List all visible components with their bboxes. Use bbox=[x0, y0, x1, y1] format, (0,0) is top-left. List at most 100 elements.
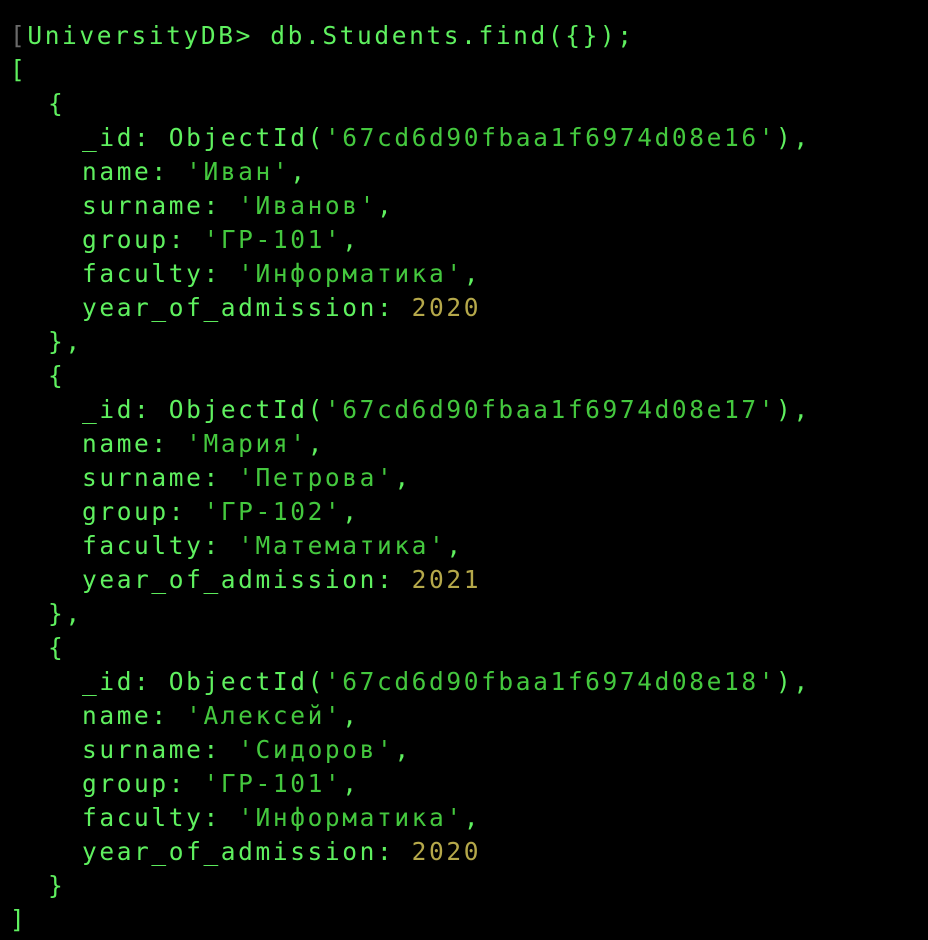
string-value: Иванов bbox=[255, 191, 360, 220]
quote: ' bbox=[376, 463, 395, 492]
field-key: surname: bbox=[82, 735, 239, 764]
field-key: group: bbox=[82, 769, 204, 798]
field-key: year_of_admission: bbox=[82, 293, 412, 322]
field-key: faculty: bbox=[82, 803, 239, 832]
field--id: _id: ObjectId('67cd6d90fbaa1f6974d08e16'… bbox=[10, 121, 928, 155]
document-close-brace: }, bbox=[48, 599, 83, 628]
quote: ' bbox=[238, 803, 256, 832]
quote: ' bbox=[324, 497, 343, 526]
field-surname: surname: 'Сидоров', bbox=[10, 733, 928, 767]
string-value: ГР-101 bbox=[220, 769, 325, 798]
comma: , bbox=[793, 123, 811, 152]
string-value: Информатика bbox=[255, 803, 447, 832]
field-name: name: 'Мария', bbox=[10, 427, 928, 461]
field-key: name: bbox=[82, 429, 187, 458]
comma: , bbox=[342, 497, 360, 526]
prompt-database: UniversityDB bbox=[27, 21, 236, 50]
quote: ' bbox=[238, 191, 256, 220]
field-year-of-admission: year_of_admission: 2021 bbox=[10, 563, 928, 597]
string-value: Петрова bbox=[255, 463, 377, 492]
objectid-value: 67cd6d90fbaa1f6974d08e17 bbox=[342, 395, 759, 424]
quote: ' bbox=[324, 225, 343, 254]
field-group: group: 'ГР-101', bbox=[10, 767, 928, 801]
field-group: group: 'ГР-102', bbox=[10, 495, 928, 529]
comma: , bbox=[394, 463, 412, 492]
terminal-window[interactable]: [UniversityDB> db.Students.find({}); [ {… bbox=[0, 0, 928, 940]
field-surname: surname: 'Иванов', bbox=[10, 189, 928, 223]
field-key: _id: bbox=[82, 667, 169, 696]
comma: , bbox=[793, 667, 811, 696]
string-value: Мария bbox=[203, 429, 291, 458]
field--id: _id: ObjectId('67cd6d90fbaa1f6974d08e18'… bbox=[10, 665, 928, 699]
field-key: faculty: bbox=[82, 531, 239, 560]
quote: ' bbox=[758, 667, 777, 696]
quote: ' bbox=[186, 701, 204, 730]
field-year-of-admission: year_of_admission: 2020 bbox=[10, 291, 928, 325]
field--id: _id: ObjectId('67cd6d90fbaa1f6974d08e17'… bbox=[10, 393, 928, 427]
field-surname: surname: 'Петрова', bbox=[10, 461, 928, 495]
field-key: name: bbox=[82, 157, 187, 186]
objectid-close: ) bbox=[776, 395, 794, 424]
quote: ' bbox=[324, 667, 343, 696]
quote: ' bbox=[238, 735, 256, 764]
field-faculty: faculty: 'Информатика', bbox=[10, 801, 928, 835]
quote: ' bbox=[203, 497, 221, 526]
comma: , bbox=[376, 191, 395, 220]
objectid-value: 67cd6d90fbaa1f6974d08e18 bbox=[342, 667, 759, 696]
field-group: group: 'ГР-101', bbox=[10, 223, 928, 257]
objectid-close: ) bbox=[776, 123, 794, 152]
field-key: _id: bbox=[82, 123, 169, 152]
quote: ' bbox=[186, 429, 204, 458]
quote: ' bbox=[324, 123, 343, 152]
document-close-brace: } bbox=[48, 871, 66, 900]
document-open-brace: { bbox=[48, 361, 66, 390]
quote: ' bbox=[238, 463, 256, 492]
number-value: 2020 bbox=[411, 837, 482, 866]
comma: , bbox=[307, 429, 325, 458]
prompt-line: [UniversityDB> db.Students.find({}); bbox=[10, 19, 928, 53]
quote: ' bbox=[758, 395, 777, 424]
comma: , bbox=[793, 395, 811, 424]
quote: ' bbox=[186, 157, 204, 186]
field-key: surname: bbox=[82, 191, 239, 220]
field-key: _id: bbox=[82, 395, 169, 424]
comma: , bbox=[290, 157, 308, 186]
field-key: year_of_admission: bbox=[82, 837, 412, 866]
quote: ' bbox=[446, 259, 464, 288]
comma: , bbox=[463, 259, 482, 288]
document-close-brace: }, bbox=[48, 327, 83, 356]
command-text: db.Students.find({}); bbox=[270, 21, 635, 50]
field-key: year_of_admission: bbox=[82, 565, 412, 594]
comma: , bbox=[446, 531, 464, 560]
field-key: name: bbox=[82, 701, 187, 730]
quote: ' bbox=[272, 157, 291, 186]
field-year-of-admission: year_of_admission: 2020 bbox=[10, 835, 928, 869]
comma: , bbox=[342, 225, 360, 254]
quote: ' bbox=[324, 395, 343, 424]
field-key: faculty: bbox=[82, 259, 239, 288]
field-key: group: bbox=[82, 225, 204, 254]
quote: ' bbox=[203, 225, 221, 254]
field-key: group: bbox=[82, 497, 204, 526]
array-open: [ bbox=[10, 55, 28, 84]
comma: , bbox=[342, 769, 360, 798]
field-faculty: faculty: 'Математика', bbox=[10, 529, 928, 563]
field-name: name: 'Алексей', bbox=[10, 699, 928, 733]
objectid-close: ) bbox=[776, 667, 794, 696]
field-name: name: 'Иван', bbox=[10, 155, 928, 189]
cursor-mark: [ bbox=[10, 21, 28, 50]
prompt-symbol: > bbox=[235, 21, 253, 50]
document-open-brace: { bbox=[48, 89, 66, 118]
quote: ' bbox=[429, 531, 447, 560]
string-value: ГР-101 bbox=[220, 225, 325, 254]
quote: ' bbox=[758, 123, 777, 152]
comma: , bbox=[342, 701, 360, 730]
string-value: Иван bbox=[203, 157, 273, 186]
string-value: Математика bbox=[255, 531, 430, 560]
objectid-call: ObjectId( bbox=[168, 123, 325, 152]
quote: ' bbox=[238, 259, 256, 288]
field-faculty: faculty: 'Информатика', bbox=[10, 257, 928, 291]
quote: ' bbox=[446, 803, 464, 832]
objectid-value: 67cd6d90fbaa1f6974d08e16 bbox=[342, 123, 759, 152]
number-value: 2020 bbox=[411, 293, 482, 322]
